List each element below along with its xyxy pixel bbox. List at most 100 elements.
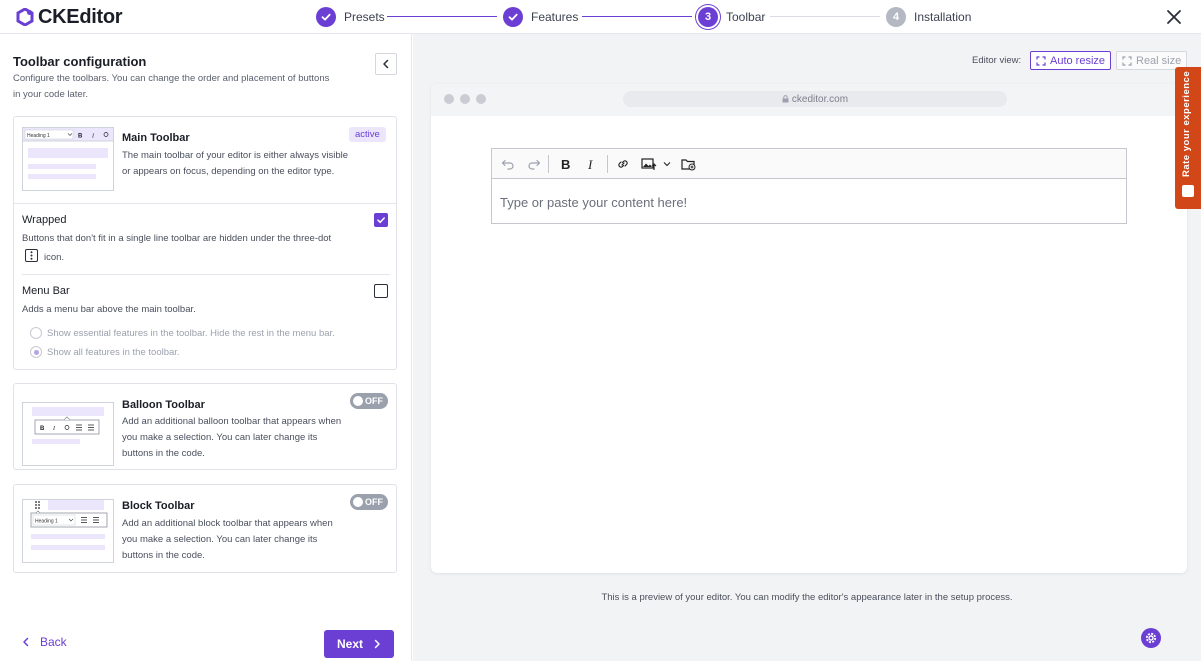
main-toolbar-thumbnail: Heading 1 B I [22,127,114,191]
editor-frame: B I Type or paste your content here! [491,148,1127,224]
panel-description: Configure the toolbars. You can change t… [13,73,330,100]
main-toolbar-description: The main toolbar of your editor is eithe… [122,150,348,177]
svg-text:B: B [561,157,570,171]
radio-button[interactable] [30,327,42,339]
step-connector [582,16,692,17]
toggle-state: OFF [365,396,383,406]
toggle-state: OFF [365,497,383,507]
top-header: CKEditor Presets Features 3 Toolbar 4 In… [0,0,1201,34]
block-toolbar-card: Heading 1 Block Toolbar OFF Add an addit… [13,484,397,573]
radio-label: Show essential features in the toolbar. … [47,327,335,339]
preview-note: This is a preview of your editor. You ca… [601,592,1013,603]
wrapped-title: Wrapped [22,214,67,226]
divider [22,274,390,275]
thumb-heading-text: Heading 1 [27,133,50,139]
link-icon[interactable] [615,156,631,172]
next-label: Next [336,637,363,651]
menu-bar-title: Menu Bar [22,285,70,297]
step-number: 4 [886,7,906,27]
editor-toolbar: B I [492,149,1126,179]
step-label: Presets [344,10,385,24]
bold-icon[interactable]: B [557,156,573,172]
auto-resize-label: Auto resize [1050,54,1106,67]
menu-bar-option-essential[interactable]: Show essential features in the toolbar. … [30,327,335,339]
step-features[interactable]: Features [503,7,578,27]
block-toolbar-description: Add an additional block toolbar that app… [122,518,333,561]
rate-experience-label: Rate your experience [1181,70,1192,177]
divider [14,203,396,204]
window-dot [444,94,454,104]
step-presets[interactable]: Presets [316,7,385,27]
editor-placeholder[interactable]: Type or paste your content here! [500,195,687,210]
chevron-left-icon [383,59,389,69]
step-installation[interactable]: 4 Installation [886,7,971,27]
radio-button[interactable] [30,346,42,358]
browser-mockup: ckeditor.com B I Type or paste your cont… [431,84,1187,573]
settings-button[interactable] [1141,628,1161,648]
editor-view-label: Editor view: [972,55,1022,66]
check-icon [503,7,523,27]
real-size-label: Real size [1136,54,1182,67]
panel-title: Toolbar configuration [13,54,147,69]
ckeditor-logo[interactable]: CKEditor [16,5,123,29]
block-toolbar-thumbnail: Heading 1 [22,499,114,563]
italic-icon[interactable]: I [583,156,599,172]
balloon-toolbar-description: Add an additional balloon toolbar that a… [122,416,342,459]
window-dot [460,94,470,104]
menu-bar-description: Adds a menu bar above the main toolbar. [22,304,196,315]
step-label: Toolbar [726,10,766,24]
browser-bar: ckeditor.com [431,84,1187,116]
preview-panel: Editor view: Auto resize Real size ckedi… [413,34,1201,661]
step-number: 3 [698,7,718,27]
block-toolbar-toggle[interactable]: OFF [350,494,388,510]
feedback-icon [1182,185,1194,197]
image-upload-icon[interactable] [641,156,657,172]
back-button[interactable]: Back [22,635,67,649]
redo-icon[interactable] [526,156,542,172]
radio-label: Show all features in the toolbar. [47,346,180,358]
step-connector [770,16,880,17]
window-dot [476,94,486,104]
next-button[interactable]: Next [324,630,394,658]
ckeditor-logo-icon [16,8,34,26]
insert-folder-icon[interactable] [681,156,697,172]
three-dots-icon [25,249,38,262]
toggle-knob [353,497,363,507]
rate-experience-tab[interactable]: Rate your experience [1175,67,1201,209]
wrapped-checkbox[interactable] [374,213,388,227]
block-toolbar-title: Block Toolbar [122,500,195,512]
check-icon [377,217,385,224]
chevron-left-icon [23,637,29,647]
check-icon [316,7,336,27]
toggle-knob [353,396,363,406]
status-badge: active [349,127,386,142]
menu-bar-option-all[interactable]: Show all features in the toolbar. [30,346,180,358]
step-label: Installation [914,10,972,24]
balloon-toolbar-thumbnail: B I [22,402,114,466]
balloon-toolbar-card: B I Balloon Toolbar OFF Add an additiona… [13,383,397,470]
close-icon[interactable] [1165,8,1183,26]
logo-text: CKEditor [38,5,123,28]
balloon-toolbar-title: Balloon Toolbar [122,399,205,411]
undo-icon[interactable] [500,156,516,172]
main-toolbar-card: Heading 1 B I Main Toolbar active The ma… [13,116,397,370]
chevron-right-icon [374,639,380,649]
auto-resize-button[interactable]: Auto resize [1030,51,1112,70]
back-label: Back [40,635,67,649]
svg-text:I: I [587,157,593,171]
balloon-toolbar-toggle[interactable]: OFF [350,393,388,409]
menu-bar-checkbox[interactable] [374,284,388,298]
toolbar-separator [548,155,549,173]
toolbar-separator [607,155,608,173]
svg-text:B: B [40,426,45,432]
expand-icon [1122,55,1132,66]
lock-icon [782,95,789,103]
step-toolbar[interactable]: 3 Toolbar [698,7,765,27]
url-text: ckeditor.com [791,93,849,105]
svg-text:B: B [78,134,83,140]
chevron-down-icon[interactable] [662,156,672,172]
collapse-panel-button[interactable] [375,53,397,75]
wrapped-description: Buttons that don't fit in a single line … [22,233,332,244]
url-bar: ckeditor.com [623,91,1007,107]
wrapped-description-suffix: icon. [44,252,65,263]
